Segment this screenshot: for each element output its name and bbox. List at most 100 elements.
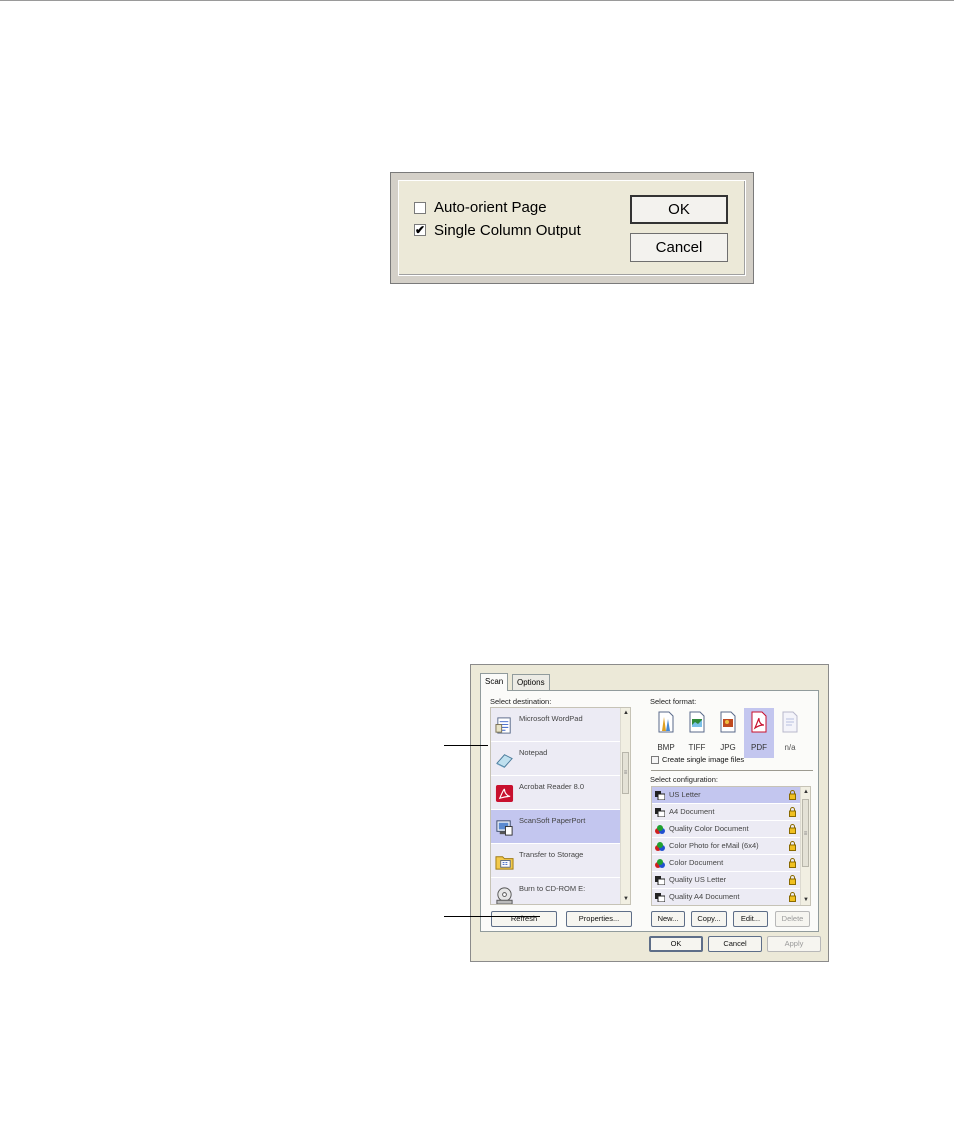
list-item[interactable]: Notepad	[491, 742, 621, 776]
configuration-list[interactable]: US Letter A4 Document Quality Color Docu…	[651, 786, 811, 906]
bw-page-icon	[655, 876, 665, 885]
configuration-label: Quality Color Document	[669, 824, 749, 833]
lock-icon	[789, 841, 796, 851]
color-icon	[655, 825, 665, 834]
bmp-icon	[658, 711, 674, 733]
scroll-down-icon[interactable]: ▼	[801, 895, 810, 905]
properties-button[interactable]: Properties...	[566, 911, 632, 927]
scroll-down-icon[interactable]: ▼	[621, 894, 630, 904]
check-mark-icon: ✔	[415, 223, 426, 237]
table-row[interactable]: US Letter	[652, 787, 800, 804]
tiff-icon	[689, 711, 705, 733]
bw-page-icon	[655, 791, 665, 800]
single-column-checkbox[interactable]: ✔	[414, 224, 426, 236]
lock-icon	[789, 807, 796, 817]
storage-folder-icon	[495, 856, 514, 870]
scan-settings-dialog: Scan Options Select destination: Microso…	[470, 664, 829, 962]
configuration-scrollbar[interactable]: ▲ ≡ ▼	[800, 787, 810, 905]
format-label: JPG	[720, 743, 736, 752]
format-label: BMP	[657, 743, 675, 752]
page-top-rule	[0, 0, 954, 1]
configuration-label: Color Document	[669, 858, 724, 867]
destination-label: Transfer to Storage	[519, 850, 584, 859]
paperport-icon	[496, 820, 513, 836]
notepad-icon	[496, 754, 513, 769]
acrobat-icon	[495, 784, 514, 803]
destination-label: Burn to CD-ROM E:	[519, 884, 586, 893]
lock-icon	[789, 892, 796, 902]
lock-icon	[789, 824, 796, 834]
select-configuration-label: Select configuration:	[650, 775, 718, 784]
create-single-image-checkbox[interactable]	[651, 756, 659, 764]
select-destination-label: Select destination:	[490, 697, 552, 706]
format-label: n/a	[784, 743, 796, 752]
lock-icon	[789, 790, 796, 800]
format-config-divider	[651, 770, 813, 771]
edit-button[interactable]: Edit...	[733, 911, 768, 927]
list-item[interactable]: Acrobat Reader 8.0	[491, 776, 621, 810]
tab-options[interactable]: Options	[512, 674, 550, 690]
configuration-label: Quality A4 Document	[669, 892, 740, 901]
format-bmp[interactable]: BMP	[651, 708, 681, 758]
refresh-button[interactable]: Refresh	[491, 911, 557, 927]
select-format-label: Select format:	[650, 697, 697, 706]
destination-list[interactable]: Microsoft WordPad Notepad Acrobat Reader…	[490, 707, 631, 905]
new-button[interactable]: New...	[651, 911, 685, 927]
callout-line-destination	[444, 745, 488, 746]
create-single-image-label: Create single image files	[662, 755, 745, 764]
dialog-apply-button[interactable]: Apply	[767, 936, 821, 952]
scan-tab-panel: Select destination: Microsoft WordPad No…	[480, 690, 819, 932]
table-row[interactable]: Quality US Letter	[652, 872, 800, 889]
auto-orient-checkbox[interactable]	[414, 202, 426, 214]
table-row[interactable]: Color Document	[652, 855, 800, 872]
format-jpg[interactable]: JPG	[713, 708, 743, 758]
list-item[interactable]: Burn to CD-ROM E:	[491, 878, 621, 904]
configuration-label: A4 Document	[669, 807, 715, 816]
copy-button[interactable]: Copy...	[691, 911, 727, 927]
scroll-up-icon[interactable]: ▲	[801, 787, 810, 797]
callout-line-refresh	[444, 916, 540, 917]
format-tiff[interactable]: TIFF	[682, 708, 712, 758]
bw-page-icon	[655, 893, 665, 902]
ok-button[interactable]: OK	[630, 195, 728, 224]
list-item[interactable]: ScanSoft PaperPort	[491, 810, 621, 844]
table-row[interactable]: Quality A4 Document	[652, 889, 800, 905]
color-icon	[655, 859, 665, 868]
list-item[interactable]: Transfer to Storage	[491, 844, 621, 878]
wordpad-icon	[495, 717, 511, 734]
single-column-label: Single Column Output	[434, 222, 581, 239]
table-row[interactable]: Color Photo for eMail (6x4)	[652, 838, 800, 855]
format-pdf[interactable]: PDF	[744, 708, 774, 758]
lock-icon	[789, 858, 796, 868]
na-icon	[782, 711, 798, 733]
destination-label: ScanSoft PaperPort	[519, 816, 586, 825]
cancel-button[interactable]: Cancel	[630, 233, 728, 262]
scrollbar-thumb[interactable]: ≡	[622, 752, 629, 794]
lock-icon	[789, 875, 796, 885]
dialog-cancel-button[interactable]: Cancel	[708, 936, 762, 952]
format-na[interactable]: n/a	[775, 708, 805, 758]
list-item[interactable]: Microsoft WordPad	[491, 708, 621, 742]
scrollbar-thumb[interactable]: ≡	[802, 799, 809, 867]
configuration-label: US Letter	[669, 790, 701, 799]
color-icon	[655, 842, 665, 851]
configuration-label: Quality US Letter	[669, 875, 727, 884]
configuration-label: Color Photo for eMail (6x4)	[669, 841, 759, 850]
ocr-options-panel: Auto-orient Page ✔ Single Column Output …	[398, 180, 746, 276]
dialog-ok-button[interactable]: OK	[649, 936, 703, 952]
table-row[interactable]: Quality Color Document	[652, 821, 800, 838]
ocr-options-dialog: Auto-orient Page ✔ Single Column Output …	[390, 172, 754, 284]
destination-label: Acrobat Reader 8.0	[519, 782, 585, 791]
destination-label: Microsoft WordPad	[519, 714, 583, 723]
destination-scrollbar[interactable]: ▲ ≡ ▼	[620, 708, 630, 904]
format-label: TIFF	[688, 743, 706, 752]
bw-page-icon	[655, 808, 665, 817]
scroll-up-icon[interactable]: ▲	[621, 708, 630, 718]
cd-rom-icon	[496, 887, 513, 904]
jpg-icon	[720, 711, 736, 733]
tab-scan[interactable]: Scan	[480, 673, 509, 691]
format-label: PDF	[751, 743, 767, 752]
auto-orient-label: Auto-orient Page	[434, 199, 547, 216]
delete-button[interactable]: Delete	[775, 911, 810, 927]
table-row[interactable]: A4 Document	[652, 804, 800, 821]
